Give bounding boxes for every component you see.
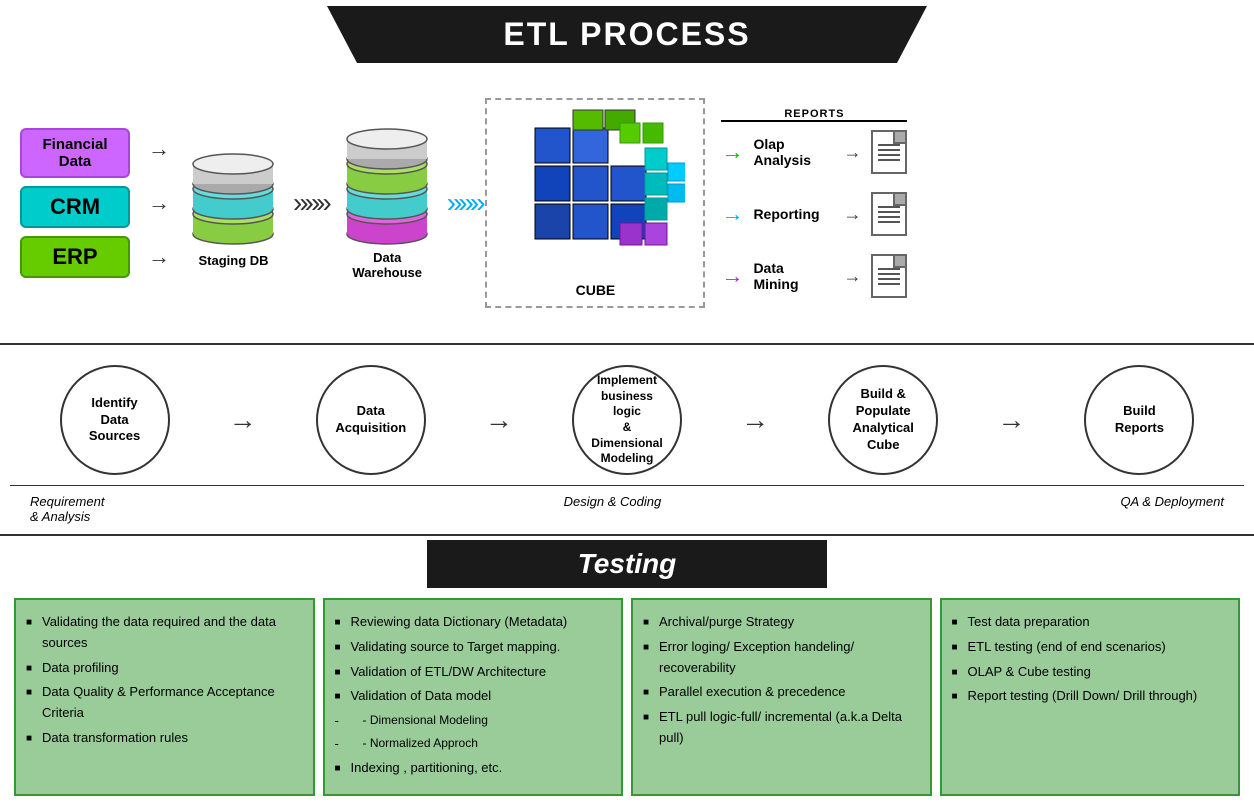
datamining-report-icon — [871, 254, 907, 298]
step-acquisition: DataAcquisition — [316, 365, 426, 475]
test-item: Validating source to Target mapping. — [335, 637, 612, 658]
cube-icon — [505, 108, 685, 278]
warehouse-label: DataWarehouse — [352, 250, 422, 280]
arrow-to-cube: »»» — [447, 187, 482, 219]
test-item: Report testing (Drill Down/ Drill throug… — [952, 686, 1229, 707]
cube-dashed-area: CUBE — [485, 98, 705, 308]
staging-db-icon — [186, 139, 281, 249]
arrow-3: → — [741, 404, 769, 436]
testing-list-4: Test data preparation ETL testing (end o… — [952, 612, 1229, 707]
testing-list-1: Validating the data required and the dat… — [26, 612, 303, 749]
step-implement: Implementbusinesslogic&DimensionalModeli… — [572, 365, 682, 475]
olap-report-row: → OlapAnalysis → — [721, 130, 907, 174]
testing-cards: Validating the data required and the dat… — [0, 588, 1254, 806]
arrow-to-warehouse: »»» — [293, 187, 328, 219]
datamining-report-row: → DataMining → — [721, 254, 907, 298]
datamining-label: DataMining — [753, 260, 833, 292]
process-section: IdentifyDataSources → DataAcquisition → … — [0, 343, 1254, 536]
testing-title: Testing — [427, 540, 827, 588]
testing-card-4: Test data preparation ETL testing (end o… — [940, 598, 1241, 796]
test-sub-item: - Dimensional Modeling — [335, 711, 612, 730]
test-item: ETL pull logic-full/ incremental (a.k.a … — [643, 707, 920, 749]
arrow-olap: → — [721, 139, 743, 165]
warehouse-db-icon — [340, 126, 435, 246]
arrow-2: → — [485, 404, 513, 436]
financial-data-box: FinancialData — [20, 128, 130, 178]
arrow-datamining-2: → — [843, 266, 861, 287]
testing-list-3: Archival/purge Strategy Error loging/ Ex… — [643, 612, 920, 749]
arrow-financial: → — [148, 136, 170, 162]
cube-container: CUBE — [505, 108, 685, 298]
test-item: Data profiling — [26, 658, 303, 679]
test-item: Reviewing data Dictionary (Metadata) — [335, 612, 612, 633]
arrow-datamining: → — [721, 263, 743, 289]
arrow-olap-2: → — [843, 142, 861, 163]
phase-design: Design & Coding — [564, 494, 662, 524]
test-item: Validating the data required and the dat… — [26, 612, 303, 654]
test-item: Data Quality & Performance Acceptance Cr… — [26, 682, 303, 724]
test-item: ETL testing (end of end scenarios) — [952, 637, 1229, 658]
staging-db: Staging DB — [186, 139, 281, 268]
erp-box: ERP — [20, 236, 130, 278]
page-title: ETL PROCESS — [327, 6, 927, 63]
reporting-label: Reporting — [753, 206, 833, 222]
reports-section: REPORTS → OlapAnalysis → → Reporting → — [721, 108, 907, 298]
etl-diagram: FinancialData CRM ERP → → → Staging DB »… — [0, 63, 1254, 343]
step-build-cube: Build &PopulateAnalyticalCube — [828, 365, 938, 475]
testing-card-2: Reviewing data Dictionary (Metadata) Val… — [323, 598, 624, 796]
reporting-report-row: → Reporting → — [721, 192, 907, 236]
arrow-crm: → — [148, 190, 170, 216]
arrow-1: → — [229, 404, 257, 436]
data-warehouse: DataWarehouse — [340, 126, 435, 280]
testing-card-1: Validating the data required and the dat… — [14, 598, 315, 796]
test-item: Indexing , partitioning, etc. — [335, 758, 612, 779]
reports-header: REPORTS — [721, 108, 907, 122]
test-item: Test data preparation — [952, 612, 1229, 633]
testing-list-2: Reviewing data Dictionary (Metadata) Val… — [335, 612, 612, 778]
arrow-reporting: → — [721, 201, 743, 227]
test-sub-item: - Normalized Approch — [335, 734, 612, 753]
arrow-reporting-2: → — [843, 204, 861, 225]
test-item: Error loging/ Exception handeling/ recov… — [643, 637, 920, 679]
olap-label: OlapAnalysis — [753, 136, 833, 168]
step-build-reports: BuildReports — [1084, 365, 1194, 475]
reporting-report-icon — [871, 192, 907, 236]
test-item: OLAP & Cube testing — [952, 662, 1229, 683]
olap-report-icon — [871, 130, 907, 174]
cube-label: CUBE — [576, 282, 616, 298]
data-sources-group: FinancialData CRM ERP — [20, 128, 130, 278]
test-item: Parallel execution & precedence — [643, 682, 920, 703]
test-item: Validation of Data model — [335, 686, 612, 707]
phase-qa: QA & Deployment — [1120, 494, 1224, 524]
process-flow: IdentifyDataSources → DataAcquisition → … — [10, 365, 1244, 475]
phase-requirement: Requirement& Analysis — [30, 494, 104, 524]
test-item: Validation of ETL/DW Architecture — [335, 662, 612, 683]
staging-db-label: Staging DB — [198, 253, 268, 268]
crm-box: CRM — [20, 186, 130, 228]
test-item: Archival/purge Strategy — [643, 612, 920, 633]
phase-labels: Requirement& Analysis Design & Coding QA… — [10, 485, 1244, 524]
test-item: Data transformation rules — [26, 728, 303, 749]
testing-card-3: Archival/purge Strategy Error loging/ Ex… — [631, 598, 932, 796]
arrow-erp: → — [148, 244, 170, 270]
step-identify: IdentifyDataSources — [60, 365, 170, 475]
arrow-4: → — [997, 404, 1025, 436]
